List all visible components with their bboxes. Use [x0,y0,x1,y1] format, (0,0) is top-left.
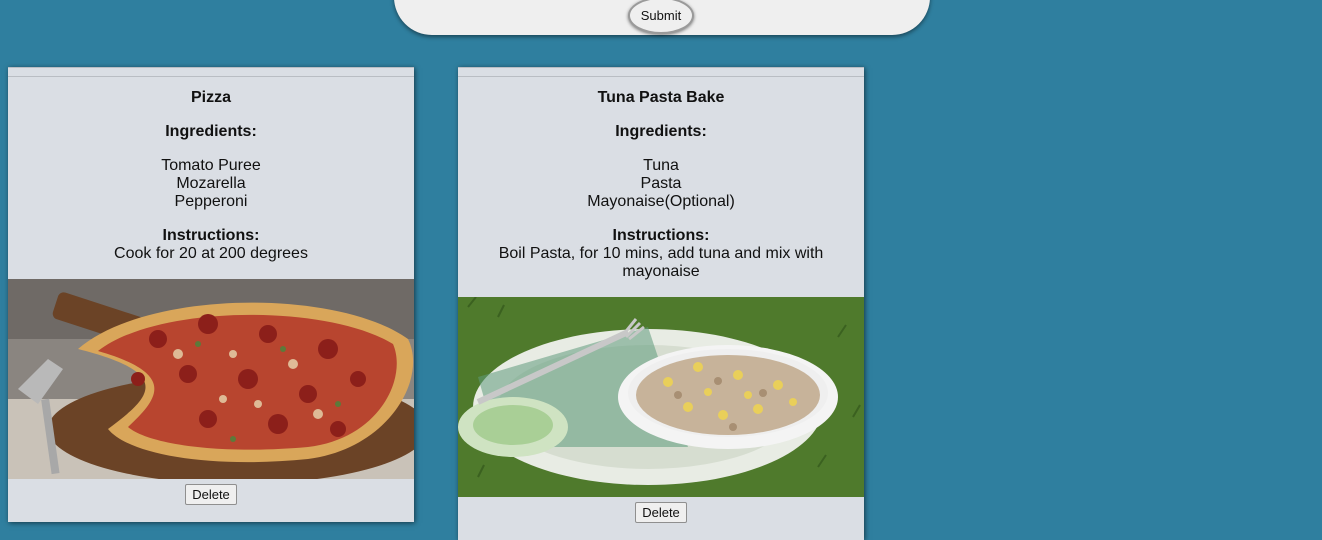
ingredient-item: Mayonaise(Optional) [587,193,735,210]
delete-row: Delete [458,497,864,540]
card-divider [458,68,864,77]
recipe-title: Pizza [190,89,231,106]
instructions-heading: Instructions: [612,227,710,244]
delete-button[interactable]: Delete [635,502,687,523]
recipe-card-tuna-pasta-bake: Tuna Pasta Bake Ingredients: Tuna Pasta … [458,67,864,540]
ingredient-item: Pepperoni [174,193,248,210]
instructions-heading: Instructions: [162,227,260,244]
ingredient-item: Mozarella [176,175,246,192]
ingredients-heading: Ingredients: [615,123,707,140]
ingredients-heading: Ingredients: [165,123,257,140]
ingredient-item: Tuna [643,157,679,174]
recipe-card-pizza: Pizza Ingredients: Tomato Puree Mozarell… [8,67,414,522]
ingredient-item: Tomato Puree [161,157,261,174]
tuna-pasta-photo [458,297,864,497]
ingredients-list: Tomato Puree Mozarella Pepperoni [8,157,414,211]
instructions-text: Cook for 20 at 200 degrees [114,245,308,262]
ingredient-item: Pasta [640,175,682,192]
ingredients-list: Tuna Pasta Mayonaise(Optional) [458,157,864,211]
recipe-title: Tuna Pasta Bake [597,89,725,106]
delete-row: Delete [8,479,414,522]
pizza-photo [8,279,414,479]
card-divider [8,68,414,77]
delete-button[interactable]: Delete [185,484,237,505]
instructions-text: Boil Pasta, for 10 mins, add tuna and mi… [498,245,824,280]
